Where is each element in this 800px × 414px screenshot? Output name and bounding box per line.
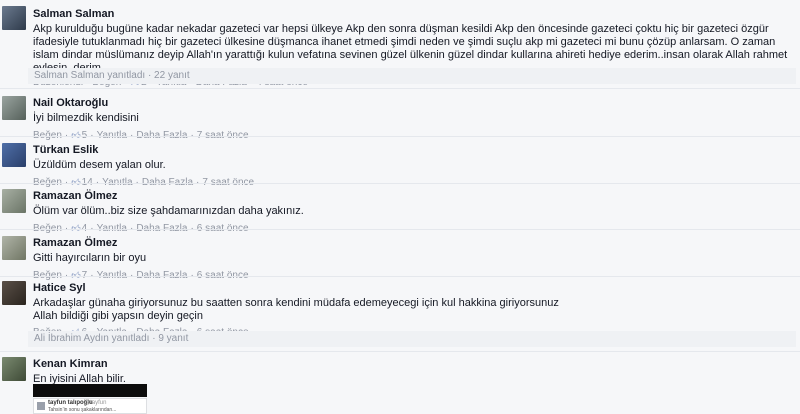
- divider: [0, 88, 800, 89]
- divider: [0, 229, 800, 230]
- comment-text: Üzüldüm desem yalan olur.: [33, 159, 166, 171]
- comment-text: Arkadaşlar günaha giriyorsunuz bu saatte…: [33, 297, 559, 309]
- comment-author[interactable]: Hatice Syl: [33, 282, 794, 295]
- comment-text: Ölüm var ölüm..biz size şahdamarınızdan …: [33, 205, 304, 217]
- divider: [0, 351, 800, 352]
- tweet-handle: @tayfun: [84, 400, 107, 406]
- comment-text-line-2: Allah bildiği gibi yapsın deyin geçin: [33, 310, 203, 322]
- avatar[interactable]: [2, 6, 26, 30]
- comment-text: İyi bilmezdik kendisini: [33, 112, 139, 124]
- comment-author[interactable]: Ramazan Ölmez: [33, 190, 794, 203]
- avatar: [37, 402, 45, 410]
- avatar[interactable]: [2, 96, 26, 120]
- comment-author[interactable]: Nail Oktaroğlu: [33, 97, 794, 110]
- divider: [0, 136, 800, 137]
- comment-author[interactable]: Türkan Eslik: [33, 144, 794, 157]
- divider: [0, 276, 800, 277]
- embedded-image-header: [33, 384, 147, 397]
- comment-text: Gitti hayırcıların bir oyu: [33, 252, 147, 264]
- comment-author[interactable]: Ramazan Ölmez: [33, 237, 794, 250]
- comment-author[interactable]: Salman Salman: [33, 8, 794, 21]
- avatar[interactable]: [2, 189, 26, 213]
- embedded-tweet[interactable]: tayfun talıpoğlu @tayfun Tahsin’in sonu …: [33, 398, 147, 414]
- divider: [0, 183, 800, 184]
- comment-author[interactable]: Kenan Kimran: [33, 358, 794, 371]
- tweet-text: Tahsin’in sonu şakaklarından...: [48, 407, 117, 413]
- thumbs-up-icon: 👍︎: [71, 177, 81, 187]
- thumbs-up-icon: 👍︎: [71, 270, 81, 280]
- thumbs-up-icon: 👍︎: [71, 223, 81, 233]
- thumbs-up-icon: 👍︎: [71, 130, 81, 140]
- avatar[interactable]: [2, 357, 26, 381]
- avatar[interactable]: [2, 236, 26, 260]
- reply-summary[interactable]: Salman Salman yanıtladı · 22 yanıt: [28, 68, 796, 84]
- avatar[interactable]: [2, 143, 26, 167]
- reply-summary[interactable]: Ali İbrahim Aydın yanıtladı · 9 yanıt: [28, 331, 796, 347]
- avatar[interactable]: [2, 281, 26, 305]
- comment-text: En iyisini Allah bilir.: [33, 373, 126, 385]
